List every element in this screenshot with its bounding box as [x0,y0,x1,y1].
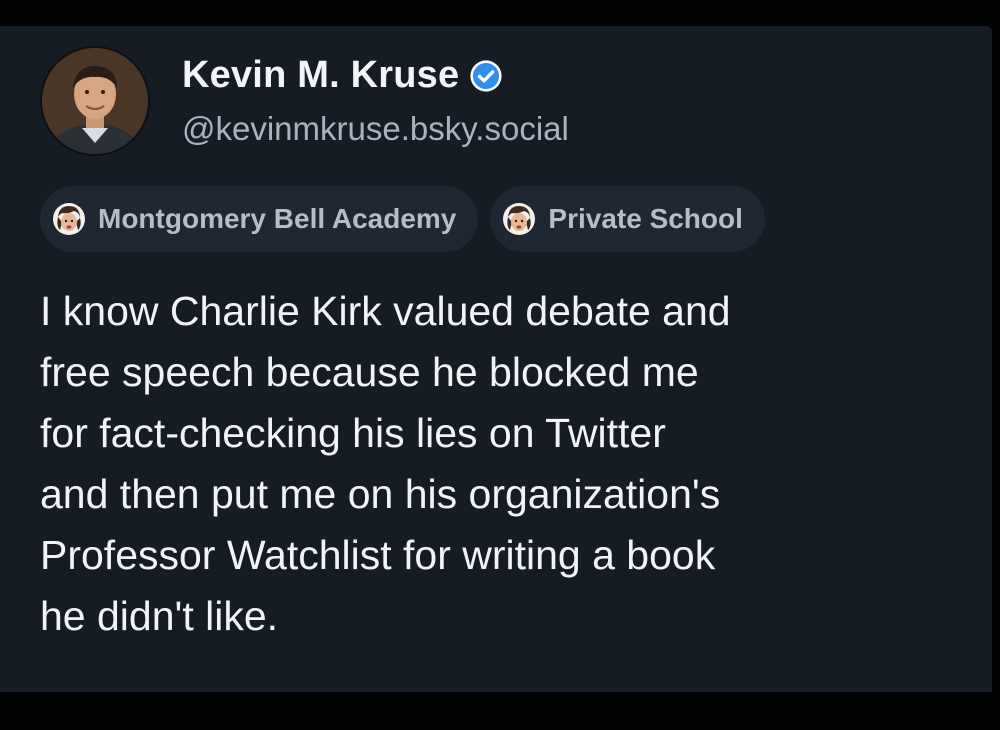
post-body-text: I know Charlie Kirk valued debate and fr… [40,288,731,639]
tag-chip[interactable]: Montgomery Bell Academy [40,186,479,252]
author-avatar[interactable] [40,46,150,156]
avatar-photo-icon [42,48,148,154]
tag-chip[interactable]: Private School [490,186,765,252]
author-display-name[interactable]: Kevin M. Kruse [182,54,459,97]
author-name-row: Kevin M. Kruse [182,54,503,97]
tag-label: Montgomery Bell Academy [98,203,457,234]
face-emoji-icon [53,203,85,235]
tag-list: Montgomery Bell Academy Private School [40,186,765,252]
verified-check-icon [470,59,502,92]
face-emoji-icon [503,203,536,235]
post-card: Kevin M. Kruse @kevinmkruse.bsky.social [0,26,992,692]
tag-label: Private School [548,203,743,234]
screenshot-frame: Kevin M. Kruse @kevinmkruse.bsky.social [0,0,1000,730]
author-handle[interactable]: @kevinmkruse.bsky.social [182,110,569,148]
